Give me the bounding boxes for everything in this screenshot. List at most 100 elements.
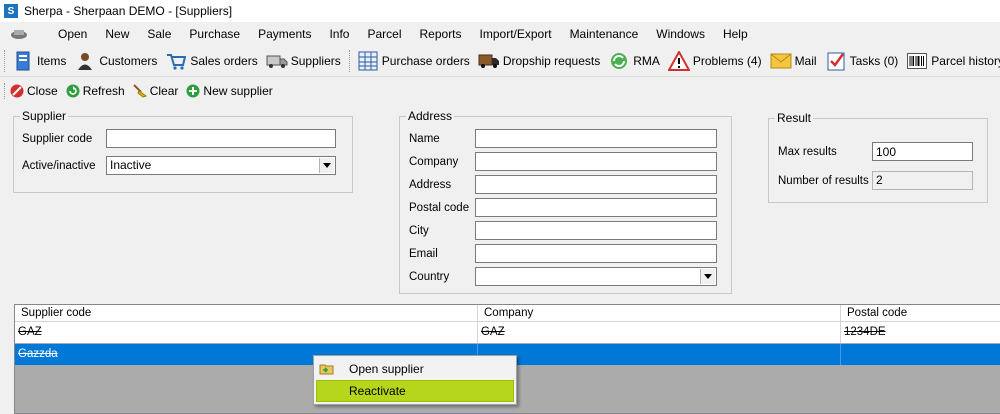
- chevron-down-icon[interactable]: [319, 158, 334, 173]
- cell-postal-code: 1234DE: [844, 326, 886, 338]
- supplier-code-input[interactable]: [106, 129, 336, 148]
- email-input[interactable]: [475, 244, 717, 263]
- context-menu: Open supplier Reactivate: [313, 355, 517, 405]
- menu-reports[interactable]: Reports: [411, 22, 471, 46]
- supplier-group: Supplier: [13, 109, 353, 193]
- name-label: Name: [409, 133, 440, 145]
- active-inactive-label: Active/inactive: [22, 160, 96, 172]
- menu-info[interactable]: Info: [320, 22, 358, 46]
- menu-import-export[interactable]: Import/Export: [471, 22, 561, 46]
- toolbar-sales-orders-label: Sales orders: [190, 54, 258, 68]
- company-label: Company: [409, 156, 459, 168]
- max-results-input[interactable]: [872, 142, 973, 161]
- close-button[interactable]: Close: [10, 84, 58, 98]
- truck-icon: [266, 50, 288, 72]
- toolbar-grip[interactable]: [4, 50, 5, 72]
- number-of-results-field: 2: [872, 171, 973, 190]
- toolbar-purchase-orders-label: Purchase orders: [381, 54, 470, 68]
- menu-payments[interactable]: Payments: [249, 22, 320, 46]
- menu-open[interactable]: Open: [49, 22, 96, 46]
- chevron-down-icon[interactable]: [700, 269, 715, 284]
- toolbar-sales-orders-button[interactable]: Sales orders: [161, 47, 261, 75]
- toolbar-mail-label: Mail: [794, 54, 817, 68]
- action-bar: Close Refresh Clear New supplier: [0, 80, 1000, 102]
- name-input[interactable]: [475, 129, 717, 148]
- email-label: Email: [409, 248, 438, 260]
- city-label: City: [409, 225, 429, 237]
- reactivate-menu-item[interactable]: Reactivate: [316, 380, 514, 402]
- cell-company: GAZ: [478, 322, 841, 343]
- postal-code-label: Postal code: [409, 202, 470, 214]
- warning-icon: [667, 50, 690, 72]
- toolbar-suppliers-label: Suppliers: [290, 54, 341, 68]
- menu-purchase[interactable]: Purchase: [180, 22, 249, 46]
- company-input[interactable]: [475, 152, 717, 171]
- toolbar-items-label: Items: [37, 54, 67, 68]
- number-of-results-value: 2: [876, 173, 883, 187]
- menu-maintenance[interactable]: Maintenance: [561, 22, 648, 46]
- column-header-company[interactable]: Company: [478, 305, 841, 322]
- clear-button[interactable]: Clear: [133, 84, 179, 98]
- delivery-truck-icon: [478, 50, 500, 72]
- open-supplier-label: Open supplier: [349, 362, 424, 376]
- supplier-legend: Supplier: [22, 109, 67, 123]
- column-header-supplier-code[interactable]: Supplier code: [15, 305, 478, 322]
- toolbar-separator: [348, 50, 350, 72]
- column-header-postal-code[interactable]: Postal code: [841, 305, 1000, 322]
- toolbar-mail-button[interactable]: Mail: [766, 47, 821, 75]
- reactivate-label: Reactivate: [349, 384, 406, 398]
- toolbar-items-button[interactable]: Items: [8, 47, 70, 75]
- supplier-code-label: Supplier code: [22, 133, 93, 145]
- close-label: Close: [27, 84, 58, 98]
- broom-icon: [133, 84, 147, 98]
- envelope-icon: [770, 50, 792, 72]
- shopping-cart-icon: [165, 50, 187, 72]
- active-inactive-value: Inactive: [110, 158, 152, 172]
- refresh-label: Refresh: [82, 84, 125, 98]
- checklist-icon: [825, 50, 847, 72]
- app-icon: S: [4, 4, 18, 18]
- country-select[interactable]: [475, 267, 717, 286]
- toolbar-tasks-label: Tasks (0): [849, 54, 899, 68]
- menu-sale[interactable]: Sale: [138, 22, 180, 46]
- add-icon: [186, 84, 200, 98]
- country-label: Country: [409, 271, 450, 283]
- toolbar-customers-button[interactable]: Customers: [70, 47, 161, 75]
- toolbar-problems-button[interactable]: Problems (4): [664, 47, 766, 75]
- menu-help[interactable]: Help: [714, 22, 757, 46]
- barcode-icon: [906, 50, 928, 72]
- open-supplier-menu-item[interactable]: Open supplier: [316, 358, 514, 380]
- action-bar-grip[interactable]: [4, 83, 6, 99]
- city-input[interactable]: [475, 221, 717, 240]
- number-of-results-label: Number of results: [778, 175, 869, 187]
- toolbar-rma-label: RMA: [633, 54, 660, 68]
- system-menu[interactable]: [0, 22, 49, 46]
- toolbar-dropship-button[interactable]: Dropship requests: [474, 47, 604, 75]
- menu-windows[interactable]: Windows: [647, 22, 714, 46]
- new-supplier-button[interactable]: New supplier: [186, 84, 273, 98]
- return-arrows-icon: [608, 50, 630, 72]
- toolbar-rma-button[interactable]: RMA: [604, 47, 664, 75]
- toolbar-parcel-history-button[interactable]: Parcel history: [902, 47, 1000, 75]
- result-legend: Result: [777, 111, 812, 125]
- address-legend: Address: [408, 109, 453, 123]
- table-row[interactable]: GAZ GAZ 1234DE: [15, 322, 1000, 343]
- toolbar-customers-label: Customers: [99, 54, 158, 68]
- refresh-button[interactable]: Refresh: [66, 84, 125, 98]
- system-menu-icon: [11, 30, 27, 39]
- toolbar-suppliers-button[interactable]: Suppliers: [262, 47, 345, 75]
- active-inactive-select[interactable]: Inactive: [106, 156, 336, 175]
- clear-label: Clear: [149, 84, 179, 98]
- menu-bar: Open New Sale Purchase Payments Info Par…: [0, 22, 1000, 46]
- address-input[interactable]: [475, 175, 717, 194]
- menu-new[interactable]: New: [96, 22, 138, 46]
- menu-parcel[interactable]: Parcel: [358, 22, 410, 46]
- address-label: Address: [409, 179, 452, 191]
- postal-code-input[interactable]: [475, 198, 717, 217]
- title-bar: S Sherpa - Sherpaan DEMO - [Suppliers]: [0, 0, 1000, 22]
- cell-company: [478, 344, 841, 365]
- toolbar-purchase-orders-button[interactable]: Purchase orders: [353, 47, 474, 75]
- toolbar-tasks-button[interactable]: Tasks (0): [821, 47, 903, 75]
- grid-header: Supplier code Company Postal code: [15, 305, 1000, 322]
- toolbar-problems-label: Problems (4): [692, 54, 762, 68]
